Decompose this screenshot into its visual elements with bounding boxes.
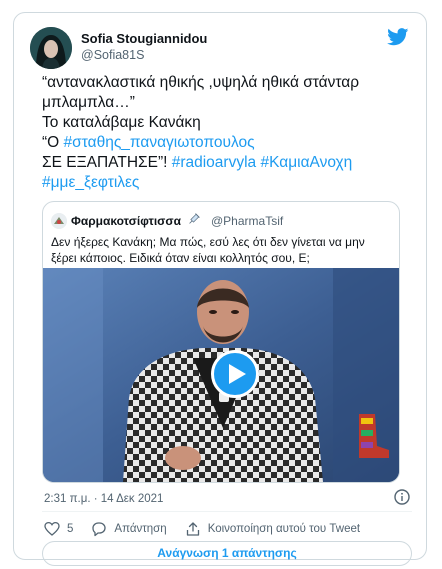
- tweet-line-1: “αντανακλαστικά ηθικής ,υψηλά ηθικά στάν…: [42, 74, 360, 91]
- tweet-text: “αντανακλαστικά ηθικής ,υψηλά ηθικά στάν…: [42, 73, 412, 193]
- divider: [42, 511, 412, 512]
- quoted-text: Δεν ήξερες Κανάκη; Μα πώς, εσύ λες ότι δ…: [51, 235, 365, 265]
- quoted-avatar[interactable]: [51, 213, 67, 229]
- like-count: 5: [67, 523, 74, 535]
- heart-icon: [44, 521, 60, 536]
- reply-button[interactable]: Απάντηση: [91, 521, 167, 537]
- tweet-line-3: Το καταλάβαμε Κανάκη: [42, 114, 201, 131]
- tweet-line-5-prefix: ΣΕ ΕΞΑΠΑΤΗΣΕ”!: [42, 154, 172, 171]
- tweet-line-6: #μμε_ξεφτιλες: [42, 173, 412, 193]
- tweet-line-2: μπλαμπλα…”: [42, 94, 135, 111]
- tweet-line-5: ΣΕ ΕΞΑΠΑΤΗΣΕ”! #radioarvyla #ΚαμιαΑνοχη: [42, 153, 412, 173]
- share-button[interactable]: Κοινοποίηση αυτού του Tweet: [185, 521, 360, 537]
- quoted-display-name[interactable]: Φαρμακοτσίφτισσα: [71, 214, 181, 228]
- syringe-icon: [187, 213, 200, 229]
- share-icon: [186, 522, 199, 536]
- hashtag-link[interactable]: #radioarvyla: [172, 154, 256, 171]
- hashtag-link[interactable]: #σταθης_παναγιωτοπουλος: [64, 134, 255, 151]
- read-replies-button[interactable]: Ανάγνωση 1 απάντησης: [42, 541, 412, 566]
- quoted-handle[interactable]: @PharmaTsif: [211, 214, 283, 228]
- play-button[interactable]: [211, 350, 259, 398]
- share-label: Κοινοποίηση αυτού του Tweet: [207, 523, 361, 535]
- author-avatar[interactable]: [30, 27, 72, 69]
- reply-label: Απάντηση: [114, 523, 167, 535]
- hashtag-link[interactable]: #μμε_ξεφτιλες: [42, 174, 139, 191]
- author-handle[interactable]: @Sofia81S: [81, 48, 144, 62]
- twitter-bird-icon[interactable]: [387, 28, 409, 46]
- tweet-card[interactable]: Sofia Stougiannidou @Sofia81S “αντανακλα…: [13, 12, 427, 566]
- reply-icon: [92, 522, 107, 537]
- tweet-line-4: “Ο #σταθης_παναγιωτοπουλος: [42, 133, 412, 153]
- action-bar: 5 Απάντηση Κοινοποίηση αυτού του Tweet: [44, 520, 378, 538]
- info-icon[interactable]: [394, 489, 410, 505]
- quoted-tweet[interactable]: Φαρμακοτσίφτισσα @PharmaTsif Δεν ήξερες …: [42, 201, 400, 483]
- play-icon: [229, 364, 246, 384]
- video-player[interactable]: [43, 268, 399, 482]
- tweet-line-4-prefix: “Ο: [42, 134, 64, 151]
- hashtag-link[interactable]: #ΚαμιαΑνοχη: [260, 154, 352, 171]
- author-display-name[interactable]: Sofia Stougiannidou: [81, 31, 207, 46]
- like-button[interactable]: 5: [44, 521, 73, 537]
- tweet-timestamp[interactable]: 2:31 π.μ. · 14 Δεκ 2021: [44, 493, 163, 505]
